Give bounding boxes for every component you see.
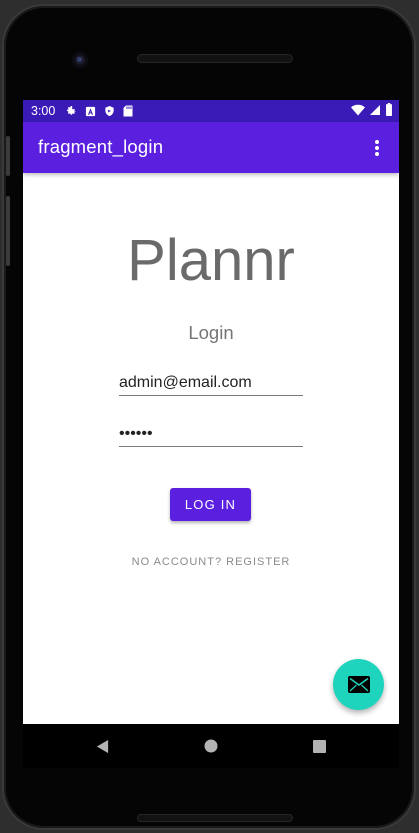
login-button[interactable]: LOG IN	[170, 488, 251, 521]
bottom-speaker	[137, 814, 293, 822]
register-link[interactable]: NO ACCOUNT? REGISTER	[23, 556, 399, 568]
mail-icon	[347, 676, 370, 693]
app-screen: 3:00 fragment_login Plannr Login admin@e…	[23, 100, 399, 767]
navigation-bar	[23, 724, 399, 768]
signal-icon	[370, 104, 380, 115]
back-button[interactable]	[93, 737, 111, 755]
battery-icon	[386, 103, 392, 116]
front-camera	[72, 52, 88, 68]
password-input[interactable]	[119, 425, 303, 446]
app-bar-title: fragment_login	[38, 136, 164, 157]
login-heading: Login	[188, 322, 234, 343]
a-icon	[86, 106, 96, 116]
email-input[interactable]	[119, 374, 303, 395]
status-system-icons	[351, 103, 393, 116]
status-bar: 3:00	[23, 100, 399, 122]
power-button	[6, 196, 10, 266]
more-vert-icon	[375, 140, 379, 156]
recents-button[interactable]	[310, 737, 328, 755]
password-field[interactable]	[119, 423, 303, 447]
overflow-menu-button[interactable]	[365, 135, 389, 161]
status-notification-icons	[65, 105, 133, 117]
status-time: 3:00	[31, 104, 56, 118]
home-icon	[204, 739, 218, 753]
earpiece-speaker	[137, 54, 293, 63]
gear-icon	[67, 106, 77, 115]
email-field[interactable]	[119, 372, 303, 396]
recents-icon	[312, 739, 326, 753]
sd-card-icon	[123, 105, 133, 117]
home-button[interactable]	[202, 737, 220, 755]
back-icon	[96, 739, 108, 753]
volume-button	[6, 136, 10, 176]
shield-icon	[105, 105, 114, 117]
wifi-icon	[351, 104, 365, 116]
app-logo-text: Plannr	[127, 228, 295, 293]
app-bar: fragment_login	[23, 122, 399, 173]
floating-action-button[interactable]	[333, 659, 384, 710]
